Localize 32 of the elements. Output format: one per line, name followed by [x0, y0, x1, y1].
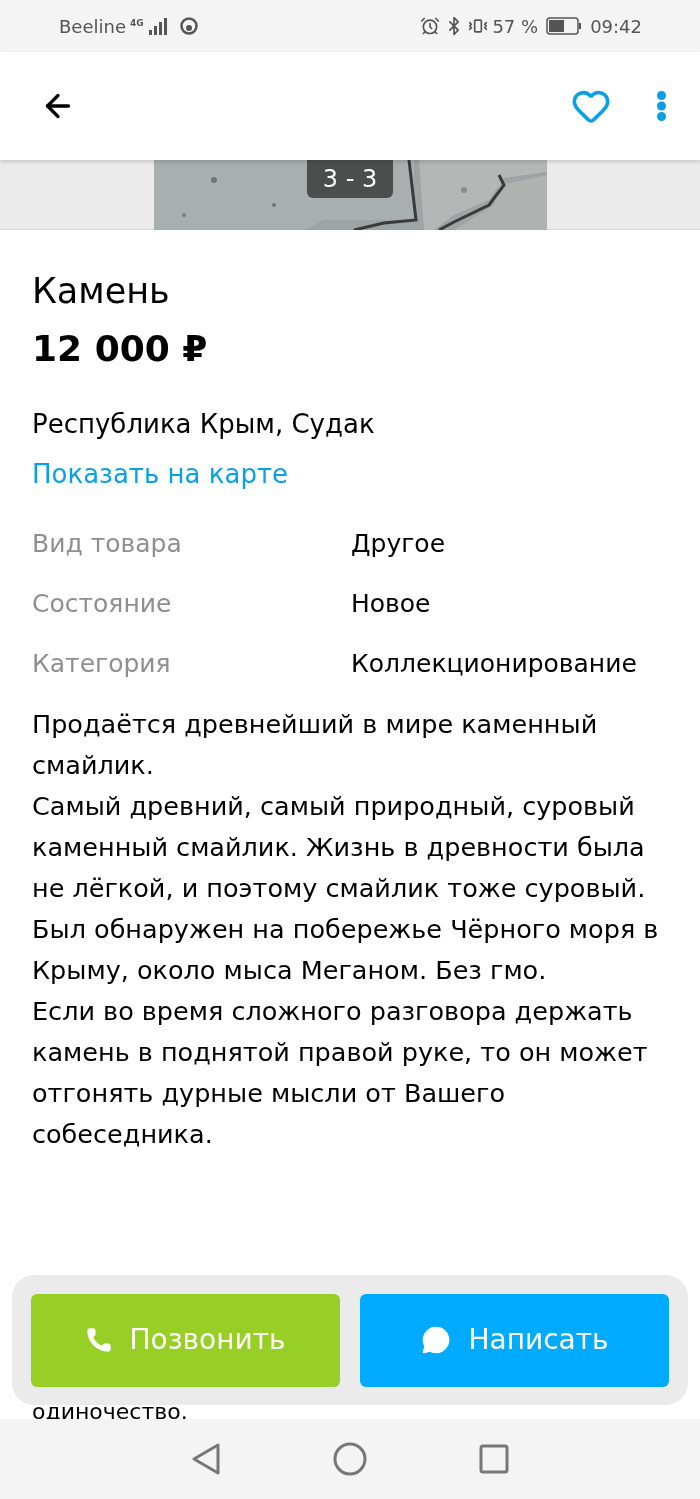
- phone-icon: [85, 1326, 114, 1354]
- listing-title: Камень: [32, 270, 171, 313]
- vibrate-icon: [468, 16, 489, 36]
- carrier-name: Beeline: [59, 14, 126, 39]
- listing-location: Республика Крым, Судак: [32, 408, 376, 441]
- description-paragraph: Продаётся древнейший в мире каменный смайлик.: [32, 708, 599, 782]
- signal-icon: [147, 17, 168, 35]
- battery-icon: [546, 17, 583, 35]
- listing-price: 12 000 ₽: [32, 327, 209, 371]
- spec-value: Коллекционирование: [351, 648, 637, 681]
- image-counter: 3 - 3: [307, 160, 393, 198]
- alarm-icon: [420, 16, 441, 36]
- home-nav-icon[interactable]: [333, 1442, 367, 1476]
- description-paragraph: Если во время сложного разговора держать камень в поднятой правой руке, то он может отгонять дурные мысли от Вашего собеседника.: [32, 995, 649, 1151]
- description-paragraph: Был обнаружен на побережье Чёрного моря в Крыму, около мыса Меганом. Без гмо.: [32, 913, 660, 987]
- spec-label: Вид товара: [32, 528, 183, 561]
- more-options-icon: [657, 91, 666, 121]
- network-type: 4G: [130, 16, 144, 30]
- show-on-map-link[interactable]: Показать на карте: [32, 456, 289, 492]
- description-paragraph: Самый древний, самый природный, суровый каменный смайлик. Жизнь в древности была не лёгкой, и поэтому смайлик тоже суровый.: [32, 790, 647, 905]
- message-button[interactable]: Написать: [360, 1293, 669, 1387]
- battery-percent: 57 %: [492, 14, 539, 39]
- back-nav-icon[interactable]: [191, 1443, 221, 1475]
- clock-time: 09:42: [590, 14, 642, 39]
- call-button[interactable]: Позвонить: [31, 1293, 340, 1387]
- spec-label: Состояние: [32, 588, 173, 621]
- spec-value: Новое: [351, 588, 431, 621]
- spec-label: Категория: [32, 648, 172, 681]
- location-icon: [179, 17, 198, 35]
- description-paragraph: одиночество.: [32, 1404, 188, 1420]
- spec-value: Другое: [351, 528, 445, 561]
- recents-nav-icon[interactable]: [479, 1444, 509, 1474]
